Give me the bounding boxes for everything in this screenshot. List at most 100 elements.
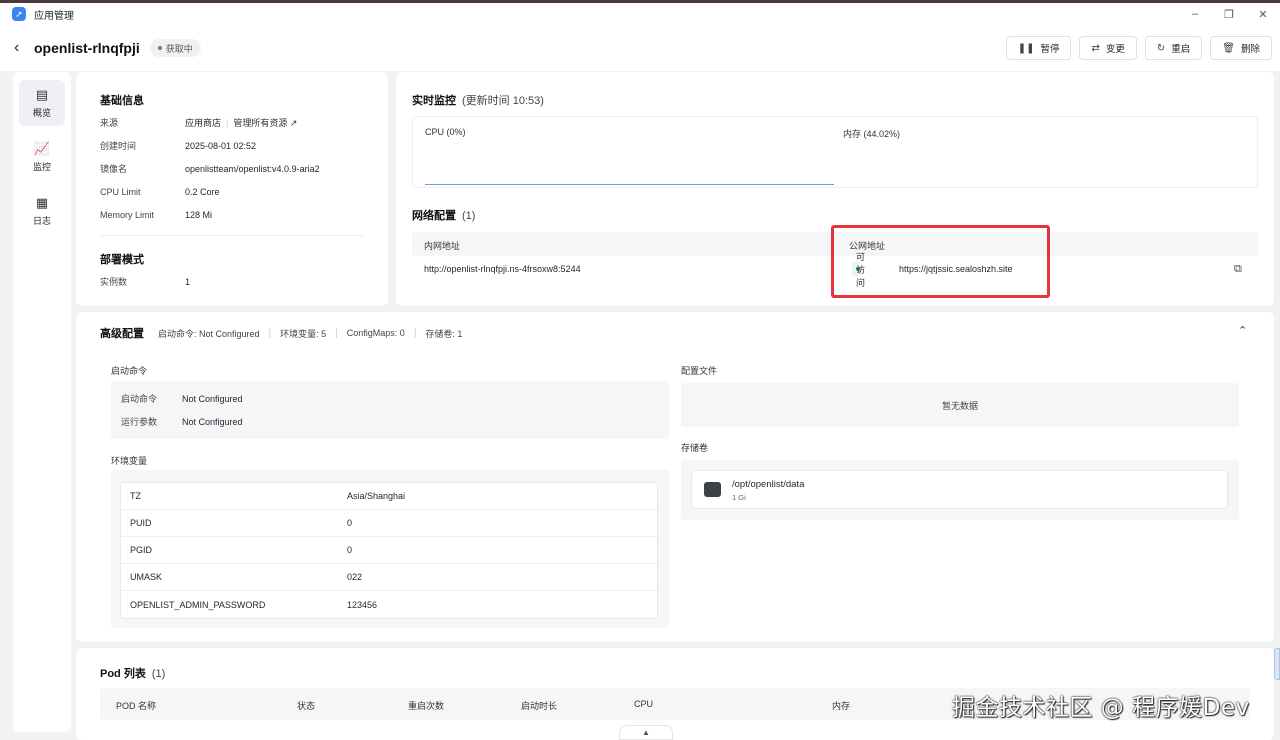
scroll-up-button[interactable]: ▲ bbox=[619, 725, 673, 740]
title-bar: ➚ 应用管理 – ❐ ✕ bbox=[0, 3, 1280, 25]
public-address-highlight bbox=[831, 225, 1050, 298]
env-value: Asia/Shanghai bbox=[347, 491, 406, 501]
minimize-icon[interactable]: – bbox=[1178, 3, 1212, 25]
volume-card[interactable]: /opt/openlist/data 1 Gi bbox=[691, 470, 1228, 509]
monitor-chart-box: CPU (0%) 内存 (44.02%) bbox=[412, 116, 1258, 188]
volume-size: 1 Gi bbox=[732, 493, 746, 502]
monitor-updated: (更新时间 10:53) bbox=[462, 95, 544, 107]
summary-configmaps: ConfigMaps: 0 bbox=[346, 328, 405, 338]
internal-address[interactable]: http://openlist-rlnqfpji.ns-4frsoxw8:524… bbox=[424, 264, 581, 274]
sidebar-item-label: 监控 bbox=[32, 162, 51, 172]
info-key: 来源 bbox=[100, 118, 119, 128]
env-value: 0 bbox=[347, 518, 353, 528]
env-name: PGID bbox=[130, 545, 153, 555]
restart-icon: ↻ bbox=[1156, 42, 1166, 54]
basic-info-card: 基础信息 来源 应用商店 | 管理所有资源 ↗ 创建时间 2025-08-01 … bbox=[76, 72, 388, 306]
restart-label: 重启 bbox=[1171, 44, 1191, 55]
env-title: 环境变量 bbox=[111, 456, 148, 466]
action-toolbar: ❚❚ 暂停 ⇄ 变更 ↻ 重启 🗑 删除 bbox=[1005, 36, 1272, 60]
trash-icon: 🗑 bbox=[1222, 42, 1235, 54]
info-key: 创建时间 bbox=[100, 141, 137, 151]
env-row: PUID 0 bbox=[121, 510, 657, 537]
info-value: 2025-08-01 02:52 bbox=[185, 140, 257, 151]
startup-value: Not Configured bbox=[182, 393, 243, 404]
startup-key: 运行参数 bbox=[121, 417, 158, 427]
side-drawer-handle[interactable] bbox=[1274, 648, 1280, 680]
info-key: CPU Limit bbox=[100, 186, 141, 197]
config-files-panel: 暂无数据 bbox=[681, 383, 1239, 427]
sidebar-item-overview[interactable]: ▤ 概览 bbox=[19, 80, 65, 126]
separator: | bbox=[335, 327, 338, 339]
info-value: openlistteam/openlist:v4.0.9-aria2 bbox=[185, 163, 320, 174]
cpu-chart-line bbox=[425, 184, 834, 185]
info-row: CPU Limit 0.2 Core bbox=[100, 180, 370, 203]
rocket-icon: ➚ bbox=[12, 7, 26, 21]
col-restarts: 重启次数 bbox=[408, 701, 445, 711]
network-count: (1) bbox=[462, 210, 476, 222]
sidebar: ▤ 概览 📈 监控 ▦ 日志 bbox=[13, 72, 71, 732]
close-icon[interactable]: ✕ bbox=[1246, 3, 1280, 25]
env-row: OPENLIST_ADMIN_PASSWORD 123456 bbox=[121, 591, 657, 618]
deploy-mode-title: 部署模式 bbox=[100, 254, 144, 266]
info-row: 创建时间 2025-08-01 02:52 bbox=[100, 134, 370, 157]
restart-button[interactable]: ↻ 重启 bbox=[1144, 36, 1203, 60]
app-header: ‹ openlist-rlnqfpji 获取中 ❚❚ 暂停 ⇄ 变更 ↻ 重启 … bbox=[0, 25, 1280, 71]
info-value: 0.2 Core bbox=[185, 186, 220, 197]
env-value: 123456 bbox=[347, 599, 378, 610]
col-status: 状态 bbox=[297, 701, 316, 711]
startup-title: 启动命令 bbox=[111, 366, 148, 376]
env-name: OPENLIST_ADMIN_PASSWORD bbox=[130, 599, 266, 610]
pause-button[interactable]: ❚❚ 暂停 bbox=[1005, 36, 1072, 60]
config-files-title: 配置文件 bbox=[681, 366, 718, 376]
overview-icon: ▤ bbox=[35, 87, 49, 102]
sidebar-item-logs[interactable]: ▦ 日志 bbox=[19, 188, 65, 234]
change-button[interactable]: ⇄ 变更 bbox=[1079, 36, 1137, 60]
collapse-chevron-icon[interactable]: ⌃ bbox=[1238, 324, 1247, 337]
chart-icon: 📈 bbox=[33, 141, 51, 156]
separator: | bbox=[268, 327, 272, 339]
memory-label: 内存 (44.02%) bbox=[843, 129, 901, 139]
separator: | bbox=[226, 117, 229, 128]
env-row: TZ Asia/Shanghai bbox=[121, 483, 657, 510]
watermark: 掘金技术社区 @ 程序媛Dev bbox=[952, 695, 1250, 721]
delete-button[interactable]: 🗑 删除 bbox=[1210, 36, 1272, 60]
status-dot-icon bbox=[157, 46, 162, 50]
info-row: 实例数 1 bbox=[100, 270, 190, 293]
monitor-network-card: 实时监控 (更新时间 10:53) CPU (0%) 内存 (44.02%) 网络… bbox=[396, 72, 1274, 306]
env-value: 0 bbox=[347, 545, 353, 555]
empty-state-text: 暂无数据 bbox=[941, 400, 978, 411]
network-title: 网络配置 (1) bbox=[412, 207, 475, 223]
startup-key: 启动命令 bbox=[121, 394, 158, 404]
env-row: PGID 0 bbox=[121, 537, 657, 564]
copy-icon[interactable]: ⧉ bbox=[1234, 263, 1242, 276]
sidebar-item-monitor[interactable]: 📈 监控 bbox=[19, 134, 65, 180]
col-memory: 内存 bbox=[832, 701, 851, 711]
summary-env: 环境变量: 5 bbox=[280, 328, 327, 339]
window-title: 应用管理 bbox=[34, 10, 74, 22]
info-value: 128 Mi bbox=[185, 209, 213, 220]
cpu-label: CPU (0%) bbox=[425, 127, 466, 137]
info-row: 镜像名 openlistteam/openlist:v4.0.9-aria2 bbox=[100, 157, 370, 180]
env-name: PUID bbox=[130, 518, 152, 528]
volume-path: /opt/openlist/data bbox=[732, 479, 805, 490]
env-name: UMASK bbox=[130, 572, 163, 582]
pause-label: 暂停 bbox=[1040, 44, 1060, 55]
network-title-text: 网络配置 bbox=[412, 210, 456, 222]
env-value: 022 bbox=[347, 572, 363, 582]
manage-resources-link[interactable]: 管理所有资源 ↗ bbox=[233, 116, 297, 129]
env-name: TZ bbox=[130, 491, 141, 501]
window-controls: – ❐ ✕ bbox=[1178, 3, 1280, 25]
storage-title: 存储卷 bbox=[681, 443, 709, 453]
sidebar-item-label: 日志 bbox=[32, 216, 51, 226]
status-badge: 获取中 bbox=[149, 39, 201, 57]
pod-count: (1) bbox=[151, 668, 166, 680]
startup-value: Not Configured bbox=[182, 416, 243, 427]
divider bbox=[100, 235, 364, 236]
back-arrow-icon[interactable]: ‹ bbox=[14, 39, 30, 57]
info-row: 来源 应用商店 | 管理所有资源 ↗ bbox=[100, 111, 370, 134]
maximize-icon[interactable]: ❐ bbox=[1212, 3, 1246, 25]
advanced-title: 高级配置 bbox=[100, 328, 144, 340]
env-table: TZ Asia/Shanghai PUID 0 PGID 0 UMASK 022… bbox=[120, 482, 658, 619]
startup-row: 运行参数 Not Configured bbox=[121, 410, 243, 433]
info-row: Memory Limit 128 Mi bbox=[100, 203, 370, 226]
